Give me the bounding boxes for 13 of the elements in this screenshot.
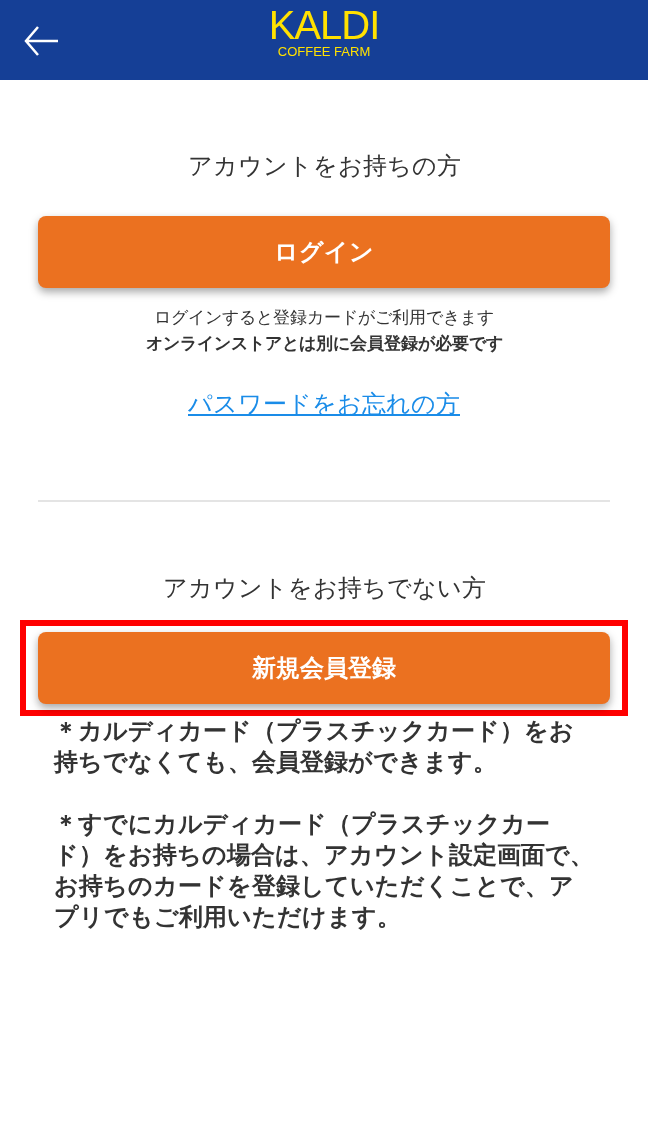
back-arrow-icon (24, 24, 60, 58)
logo-subtitle: COFFEE FARM (277, 44, 371, 59)
note-paragraph: ＊すでにカルディカード（プラスチックカード）をお持ちの場合は、アカウント設定画面で、お持ちのカードを登録していただくことで、アプリでもご利用いただけます。 (54, 809, 594, 933)
note-paragraph: ＊カルディカード（プラスチックカード）をお持ちでなくても、会員登録ができます。 (54, 716, 575, 778)
forgot-password-link[interactable]: パスワードをお忘れの方 (188, 386, 460, 422)
info-text: ログインすると登録カードがご利用できます (154, 306, 494, 329)
register-button[interactable]: 新規会員登録 (38, 632, 610, 704)
logo-text: KALDI (268, 6, 380, 44)
login-button[interactable]: ログイン (38, 216, 610, 288)
section-heading: アカウントをお持ちの方 (187, 151, 461, 182)
info-text: オンラインストアとは別に会員登録が必要です (145, 332, 503, 355)
back-button[interactable] (24, 24, 60, 58)
section-heading: アカウントをお持ちでない方 (162, 573, 486, 604)
